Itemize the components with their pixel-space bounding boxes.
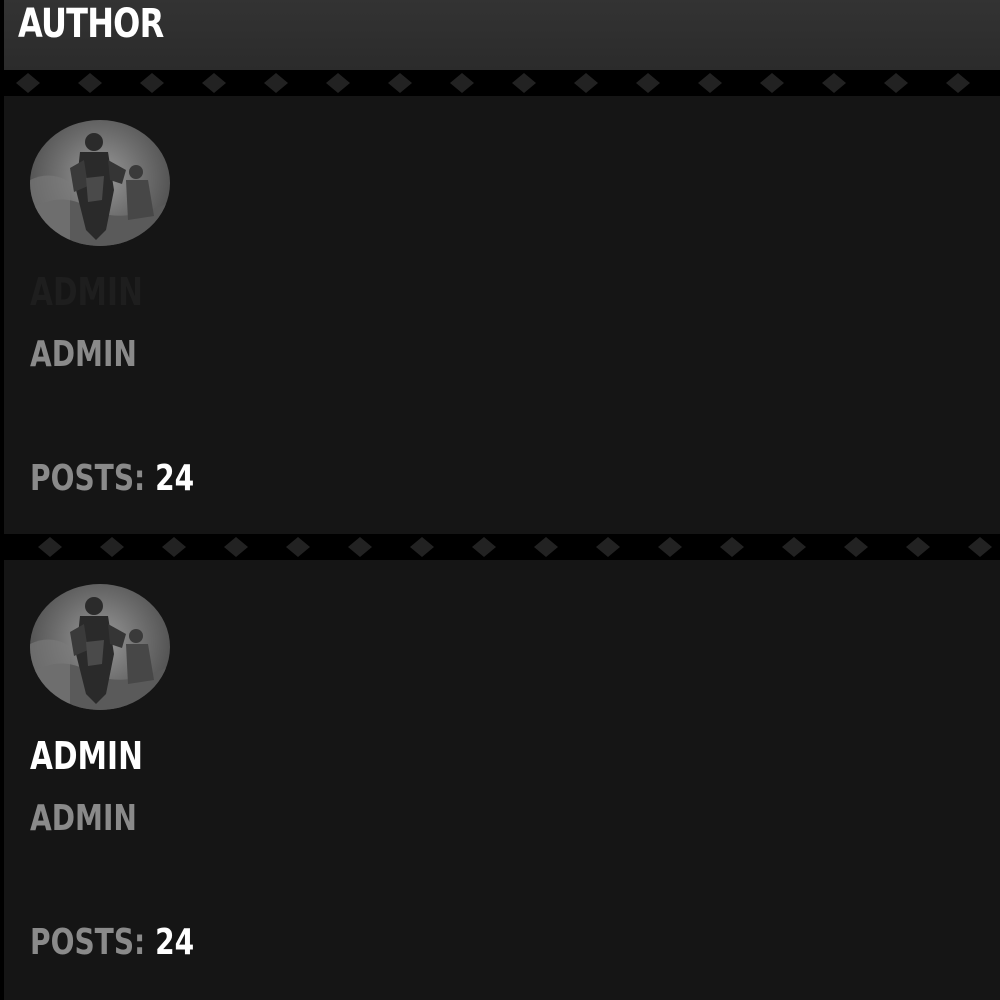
author-role: ADMIN [30,798,137,839]
author-name[interactable]: ADMIN [30,270,143,314]
avatar[interactable] [30,584,170,710]
author-card: ADMIN ADMIN POSTS: 24 [4,560,1000,1000]
author-card: ADMIN ADMIN POSTS: 24 [4,96,1000,534]
author-name[interactable]: ADMIN [30,734,143,778]
posts-label: POSTS: [30,922,146,963]
diamond-divider [0,70,1000,96]
soldier-avatar-icon [30,597,170,710]
posts-count-row: POSTS: 24 [30,458,194,499]
posts-count: 24 [155,458,195,499]
avatar[interactable] [30,120,170,246]
posts-label: POSTS: [30,458,146,499]
widget-header: AUTHOR [4,0,1000,70]
author-role: ADMIN [30,334,137,375]
soldier-avatar-icon [30,133,170,246]
diamond-divider [0,534,1000,560]
widget-title: AUTHOR [18,1,164,47]
posts-count: 24 [155,922,195,963]
posts-count-row: POSTS: 24 [30,922,194,963]
